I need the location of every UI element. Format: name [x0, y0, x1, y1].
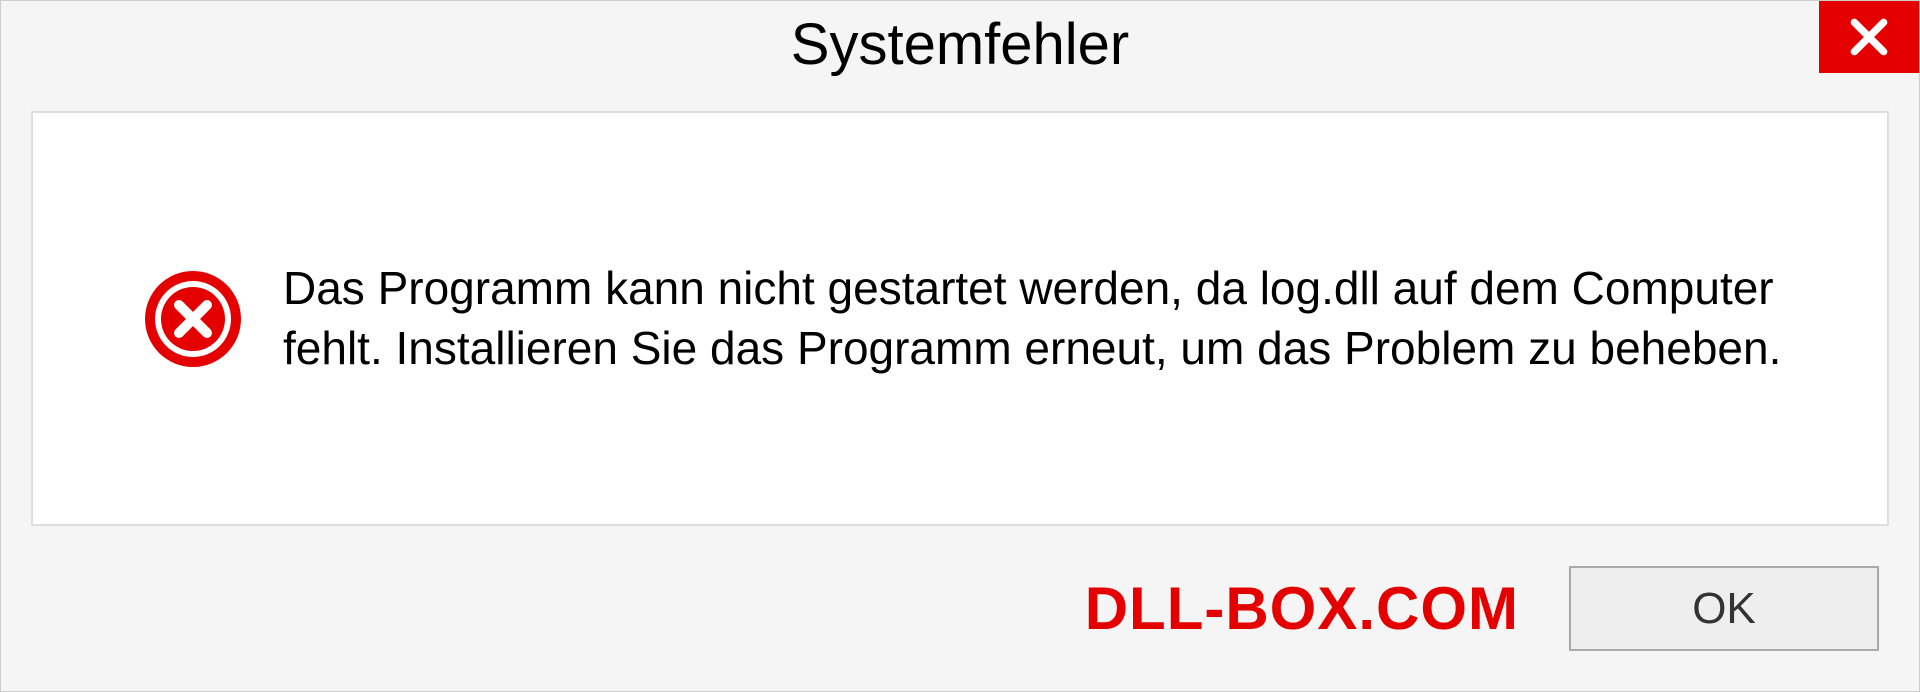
- titlebar: Systemfehler: [1, 1, 1919, 101]
- watermark-text: DLL-BOX.COM: [1085, 574, 1519, 643]
- ok-button[interactable]: OK: [1569, 566, 1879, 651]
- dialog-title: Systemfehler: [791, 11, 1129, 78]
- error-icon: [143, 269, 243, 369]
- close-button[interactable]: [1819, 1, 1919, 73]
- dialog-footer: DLL-BOX.COM OK: [1, 546, 1919, 691]
- error-dialog: Systemfehler Das Programm kann nicht ges…: [0, 0, 1920, 692]
- error-message: Das Programm kann nicht gestartet werden…: [283, 259, 1787, 379]
- content-area: Das Programm kann nicht gestartet werden…: [31, 111, 1889, 526]
- close-icon: [1847, 15, 1891, 59]
